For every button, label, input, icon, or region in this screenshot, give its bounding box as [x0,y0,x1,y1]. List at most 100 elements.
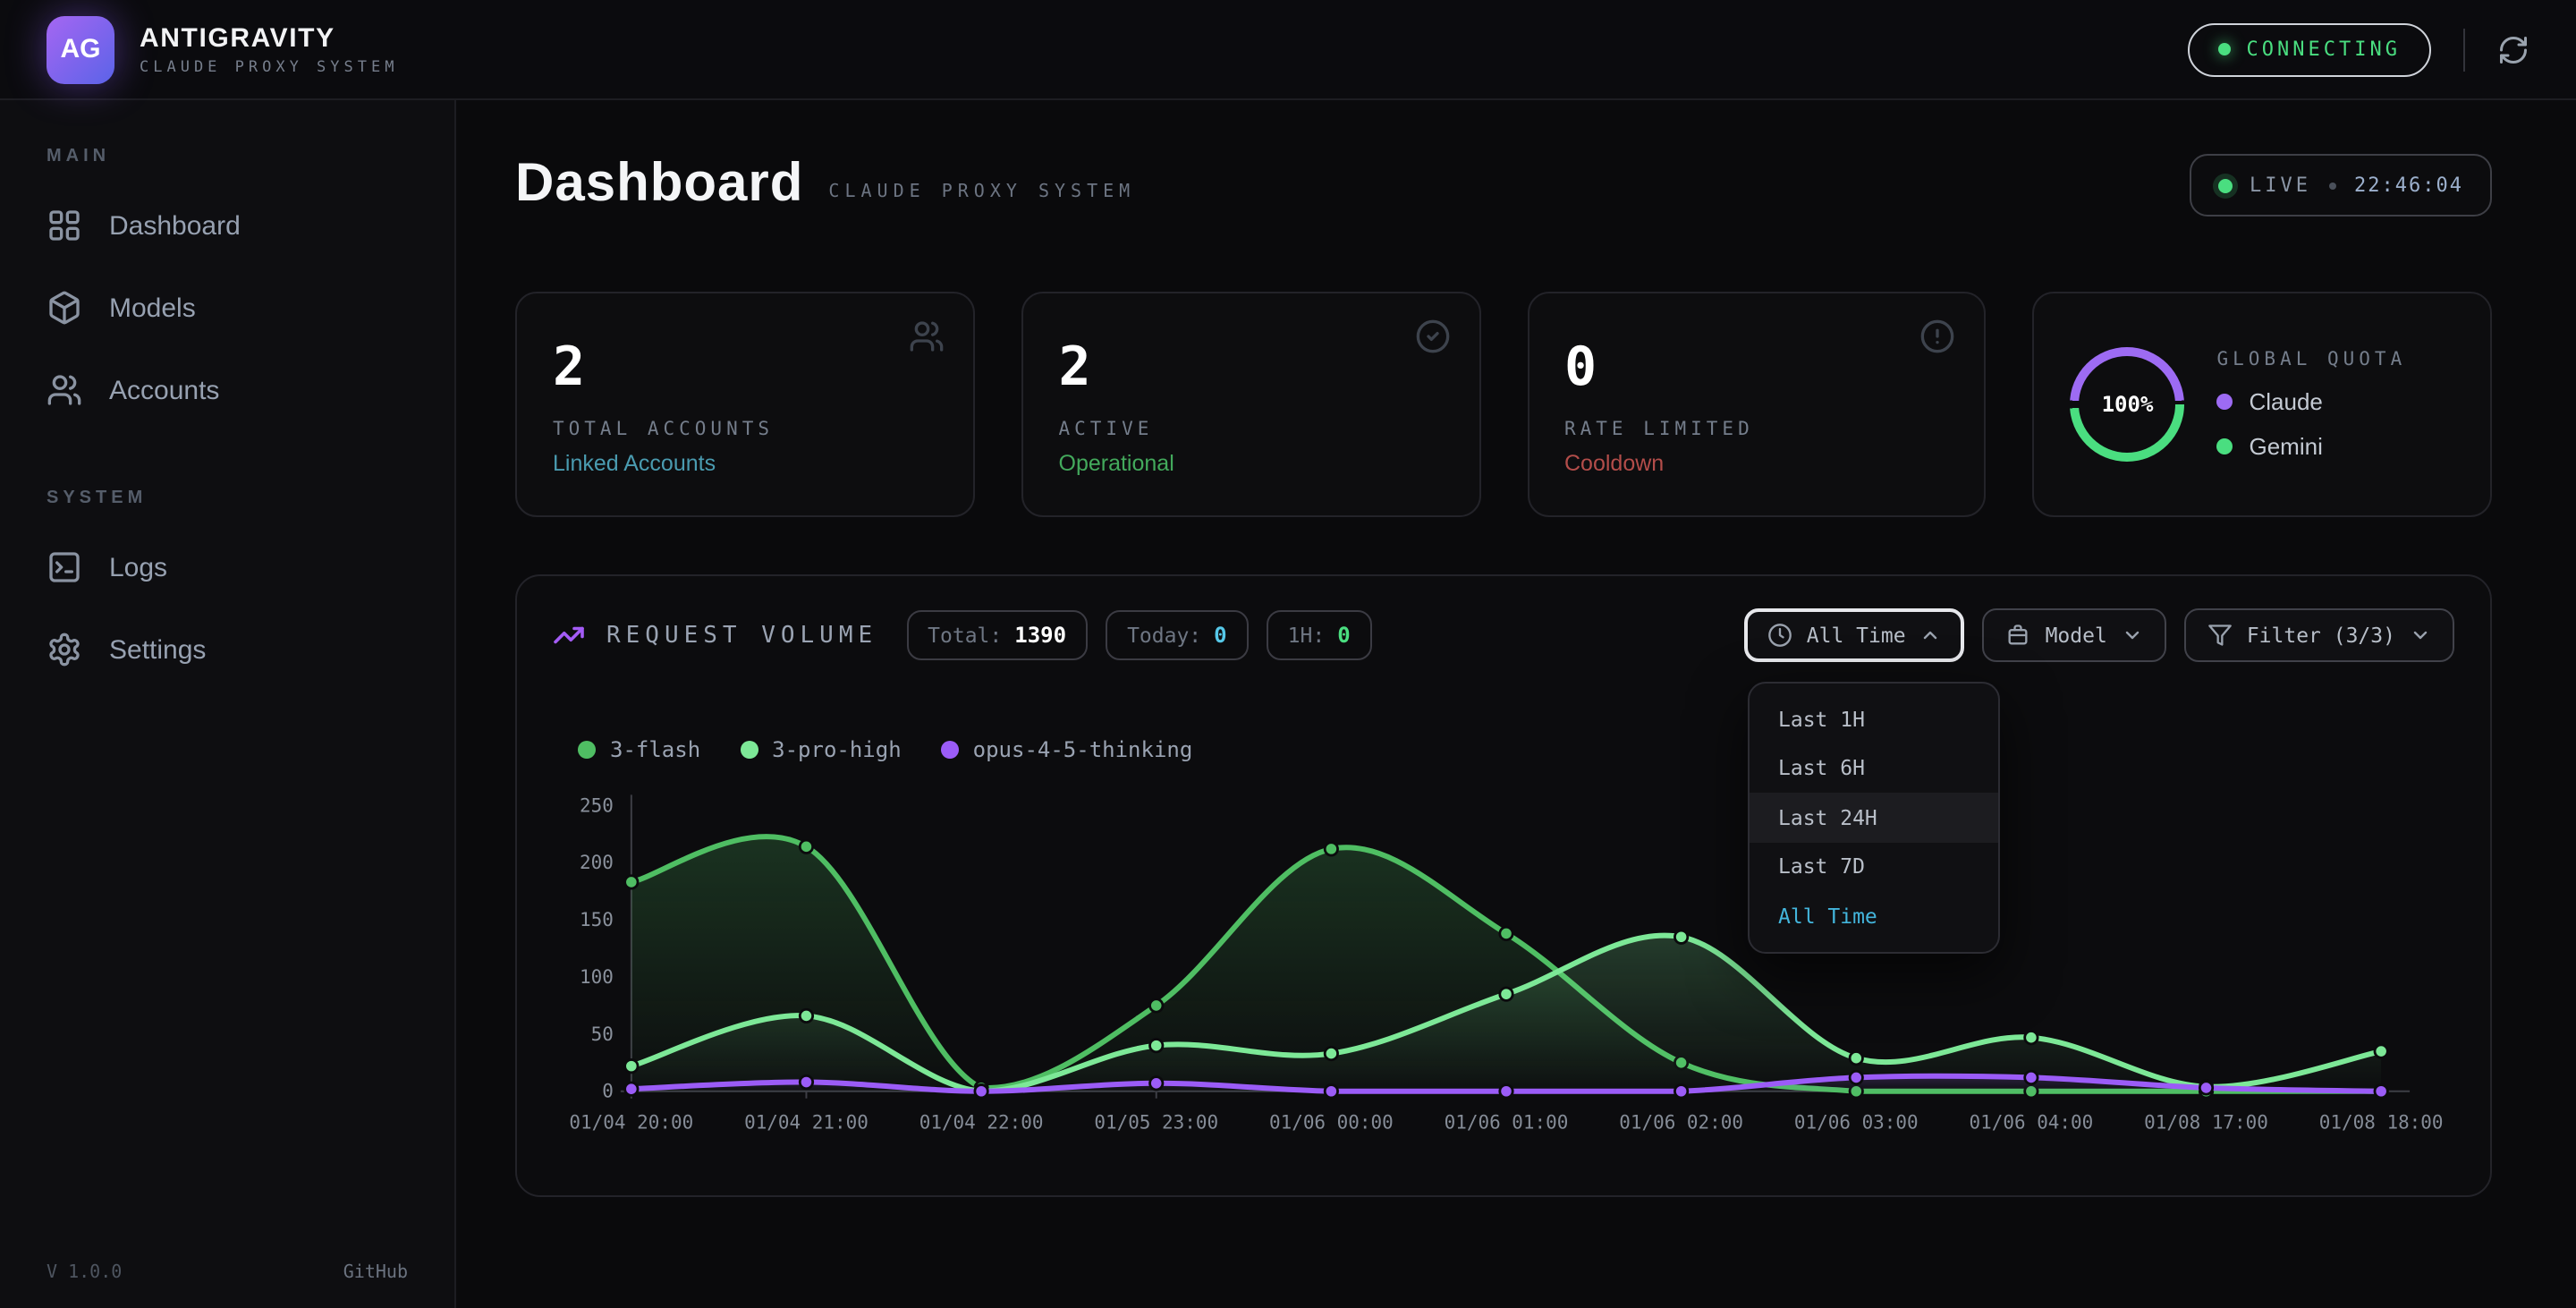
sidebar-item-logs[interactable]: Logs [0,526,454,608]
sidebar-item-label: Models [109,293,196,323]
users-icon [47,372,82,408]
chevron-down-icon [2122,624,2143,646]
app-logo: AG [47,15,114,83]
nav-section-main: MAIN [0,147,454,166]
version-label: V 1.0.0 [47,1263,122,1283]
time-range-button[interactable]: All Time [1744,608,1965,662]
sidebar-item-label: Accounts [109,375,219,405]
sidebar-item-settings[interactable]: Settings [0,608,454,691]
legend-item-3-flash[interactable]: 3-flash [578,737,700,762]
dropdown-item-last-1h[interactable]: Last 1H [1750,694,1998,743]
brand: ANTIGRAVITY CLAUDE PROXY SYSTEM [140,22,398,76]
chevron-down-icon [2410,624,2431,646]
request-volume-panel: REQUEST VOLUME Total: 1390 Today: 0 1H: … [515,574,2492,1197]
separator-dot [2329,182,2336,189]
live-dot [2217,178,2232,192]
box-icon [2006,623,2031,648]
stat-card-global-quota: 100% GLOBAL QUOTA Claude Gemini [2033,292,2493,517]
check-circle-icon [1414,319,1450,354]
model-filter-button[interactable]: Model [1983,608,2166,662]
trending-up-icon [553,619,585,651]
series-dot [740,741,758,759]
svg-text:50: 50 [591,1023,614,1045]
terminal-icon [47,549,82,585]
svg-text:01/08 17:00: 01/08 17:00 [2144,1112,2268,1134]
app-name: ANTIGRAVITY [140,22,398,53]
dropdown-item-last-7d[interactable]: Last 7D [1750,842,1998,891]
app-subtitle: CLAUDE PROXY SYSTEM [140,58,398,76]
grid-icon [47,208,82,243]
svg-text:01/05 23:00: 01/05 23:00 [1094,1112,1218,1134]
stat-sublabel: Linked Accounts [553,451,937,476]
divider [2463,28,2465,71]
stat-label: RATE LIMITED [1564,419,1949,440]
stat-label: ACTIVE [1059,419,1444,440]
series-dot [941,741,959,759]
cube-icon [47,290,82,326]
chip-today: Today: 0 [1106,610,1249,660]
live-status-badge: LIVE 22:46:04 [2189,154,2492,217]
sidebar-item-accounts[interactable]: Accounts [0,349,454,431]
stat-sublabel: Cooldown [1564,451,1949,476]
stat-card-active: 2 ACTIVE Operational [1021,292,1481,517]
dropdown-item-all-time[interactable]: All Time [1750,891,1998,940]
live-label: LIVE [2250,174,2311,197]
filter-button[interactable]: Filter (3/3) [2184,608,2454,662]
chevron-up-icon [1920,624,1942,646]
top-bar: AG ANTIGRAVITY CLAUDE PROXY SYSTEM CONNE… [0,0,2576,100]
quota-legend-claude: Claude [2217,388,2407,415]
legend-item-3-pro-high[interactable]: 3-pro-high [740,737,902,762]
svg-text:150: 150 [580,909,614,930]
svg-text:100: 100 [580,966,614,988]
stat-value: 0 [1564,342,1949,395]
svg-text:01/04 22:00: 01/04 22:00 [919,1112,1044,1134]
svg-text:01/06 04:00: 01/06 04:00 [1970,1112,2094,1134]
claude-dot [2217,394,2233,410]
dropdown-item-last-24h[interactable]: Last 24H [1750,793,1998,842]
quota-ring: 100% [2071,347,2185,462]
svg-text:01/08 18:00: 01/08 18:00 [2319,1112,2444,1134]
app-window: AG ANTIGRAVITY CLAUDE PROXY SYSTEM CONNE… [0,0,2576,1308]
svg-text:01/06 00:00: 01/06 00:00 [1269,1112,1394,1134]
stat-card-total-accounts: 2 TOTAL ACCOUNTS Linked Accounts [515,292,975,517]
stat-value: 2 [553,342,937,395]
logo-text: AG [61,34,101,64]
alert-circle-icon [1920,319,1956,354]
quota-percent: 100% [2080,356,2176,453]
svg-text:0: 0 [602,1081,614,1102]
sidebar-item-label: Settings [109,634,206,665]
sidebar-item-dashboard[interactable]: Dashboard [0,184,454,267]
clock-icon [1767,623,1792,648]
sidebar-item-models[interactable]: Models [0,267,454,349]
stat-card-rate-limited: 0 RATE LIMITED Cooldown [1527,292,1987,517]
svg-text:200: 200 [580,852,614,873]
users-icon [909,319,945,354]
main-content: Dashboard CLAUDE PROXY SYSTEM LIVE 22:46… [456,100,2576,1308]
svg-text:01/06 02:00: 01/06 02:00 [1619,1112,1743,1134]
sidebar: MAIN Dashboard Models Accounts SYSTEM [0,100,456,1308]
page-subtitle: CLAUDE PROXY SYSTEM [828,183,1135,202]
legend-item-opus-4-5-thinking[interactable]: opus-4-5-thinking [941,737,1193,762]
status-dot [2218,43,2231,55]
live-clock: 22:46:04 [2354,174,2463,197]
series-dot [578,741,596,759]
github-link[interactable]: GitHub [343,1263,408,1283]
refresh-icon[interactable] [2497,33,2529,65]
dropdown-item-last-6h[interactable]: Last 6H [1750,743,1998,793]
sidebar-item-label: Logs [109,552,167,582]
nav-section-system: SYSTEM [0,488,454,508]
stat-value: 2 [1059,342,1444,395]
stat-sublabel: Operational [1059,451,1444,476]
chart-legend: 3-flash 3-pro-high opus-4-5-thinking [553,737,2454,762]
quota-legend-gemini: Gemini [2217,433,2407,460]
sidebar-item-label: Dashboard [109,210,241,241]
panel-title: REQUEST VOLUME [606,622,877,649]
page-title: Dashboard [515,154,803,215]
connection-status-badge: CONNECTING [2188,22,2431,76]
chip-total: Total: 1390 [906,610,1088,660]
request-volume-chart: 05010015020025001/04 20:0001/04 21:0001/… [553,773,2454,1170]
quota-label: GLOBAL QUOTA [2217,349,2407,370]
gemini-dot [2217,438,2233,454]
connection-status-label: CONNECTING [2247,38,2401,61]
chip-1h: 1H: 0 [1267,610,1372,660]
